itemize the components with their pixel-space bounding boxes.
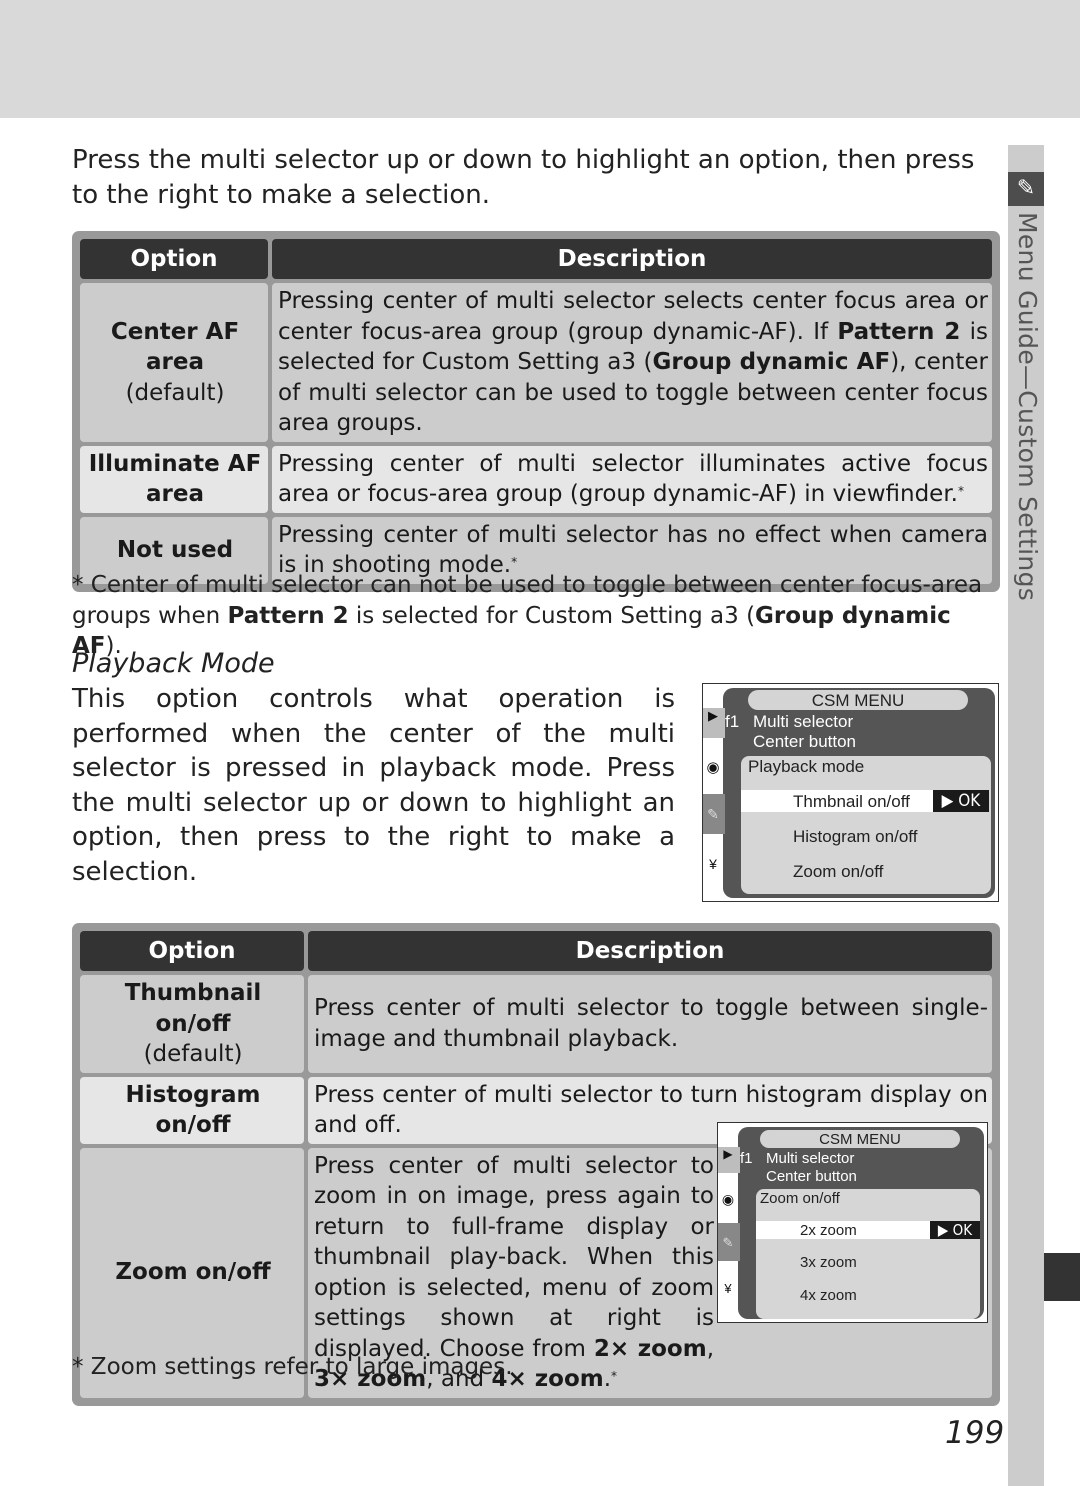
menu-line-1: Multi selector xyxy=(766,1150,855,1167)
option-name: Histogram on/off xyxy=(80,1076,304,1144)
wrench-icon: ¥ xyxy=(709,856,717,872)
pencil-icon: ✎ xyxy=(707,806,719,822)
menu-item[interactable]: 4x zoom xyxy=(800,1287,857,1304)
table-row: Center AF area (default) Pressing center… xyxy=(80,283,992,442)
option-name: Illuminate AF area xyxy=(80,445,268,513)
menu-item[interactable]: Zoom on/off xyxy=(793,862,883,882)
menu-title: CSM MENU xyxy=(748,690,968,710)
menu-line-2: Center button xyxy=(766,1168,857,1185)
option-description: Press center of multi selector to toggle… xyxy=(308,975,992,1073)
footnote-2: * Zoom settings refer to large images. xyxy=(72,1354,513,1380)
default-note: (default) xyxy=(125,379,225,406)
menu-item[interactable]: 3x zoom xyxy=(800,1254,857,1271)
intro-text: Press the multi selector up or down to h… xyxy=(72,145,975,210)
option-description: Pressing center of multi selector illumi… xyxy=(272,445,992,513)
option-description: Pressing center of multi selector select… xyxy=(272,283,992,442)
header-description: Description xyxy=(272,239,992,279)
table-row: Thumbnail on/off (default) Press center … xyxy=(80,975,992,1073)
page-number: 199 xyxy=(945,1415,1005,1451)
wrench-icon: ¥ xyxy=(724,1281,732,1296)
option-name: Thumbnail on/off xyxy=(124,980,262,1037)
option-name: Center AF area xyxy=(110,318,240,376)
menu-code: f1 xyxy=(725,712,740,731)
camera-icon: ◉ xyxy=(721,1191,735,1207)
pencil-icon: ✎ xyxy=(1008,172,1044,206)
options-table-1: Option Description Center AF area (defau… xyxy=(72,231,1000,592)
header-option: Option xyxy=(80,239,268,279)
ok-button[interactable]: ▶ OK xyxy=(933,790,989,812)
default-note: (default) xyxy=(143,1041,243,1067)
header-description: Description xyxy=(308,931,992,971)
menu-item-selected[interactable]: 2x zoom xyxy=(800,1222,857,1239)
camera-icon: ◉ xyxy=(706,759,720,776)
playback-text: This option controls what operation is p… xyxy=(72,684,675,887)
menu-item[interactable]: Histogram on/off xyxy=(793,827,917,847)
ok-button[interactable]: ▶ OK xyxy=(930,1221,980,1239)
menu-item-selected[interactable]: Thmbnail on/off xyxy=(793,792,910,812)
table-row: Illuminate AF area Pressing center of mu… xyxy=(80,445,992,513)
side-tab-label: Menu Guide—Custom Settings xyxy=(1013,212,1042,602)
menu-code: f1 xyxy=(740,1150,753,1167)
camera-menu-screen-2: ▶ ◉ ✎ ¥ CSM MENU f1 Multi selector Cente… xyxy=(717,1122,988,1323)
panel-title: Zoom on/off xyxy=(760,1190,840,1207)
menu-line-1: Multi selector xyxy=(753,712,854,731)
section-title: Playback Mode xyxy=(72,648,275,679)
camera-menu-screen-1: ▶ ◉ ✎ ¥ CSM MENU f1 Multi selector Cente… xyxy=(702,683,999,902)
menu-line-2: Center button xyxy=(753,732,857,751)
panel-title: Playback mode xyxy=(748,757,865,776)
section-marker xyxy=(1044,1253,1080,1301)
pencil-icon: ✎ xyxy=(722,1235,734,1250)
header-band xyxy=(0,0,1080,118)
menu-title: CSM MENU xyxy=(760,1130,960,1148)
playback-icon: ▶ xyxy=(708,708,718,723)
playback-icon: ▶ xyxy=(723,1147,733,1161)
header-option: Option xyxy=(80,931,304,971)
